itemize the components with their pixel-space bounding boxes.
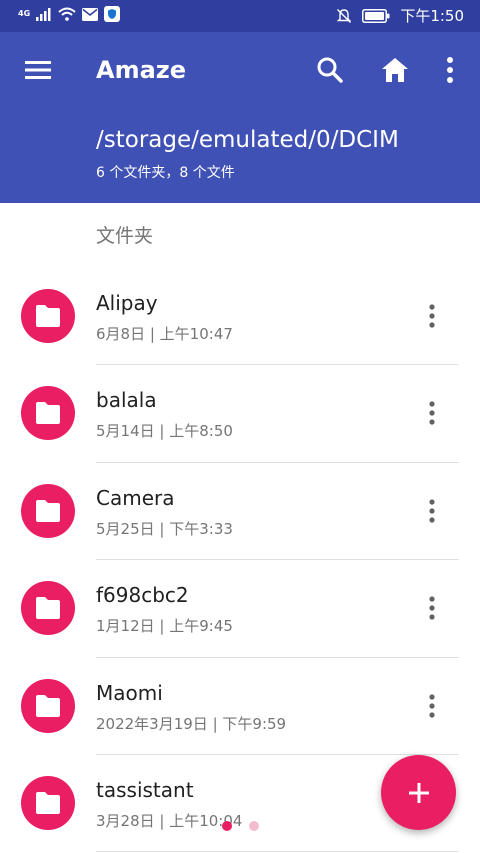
folder-avatar	[21, 775, 75, 830]
item-menu-button[interactable]	[420, 497, 444, 525]
folder-date: 5月25日 | 下午3:33	[96, 519, 233, 538]
current-path[interactable]: /storage/emulated/0/DCIM	[96, 125, 399, 155]
folder-icon	[36, 597, 60, 620]
folder-avatar	[21, 289, 75, 343]
row-divider	[96, 851, 459, 853]
folder-name: balala	[96, 388, 157, 413]
folder-name: Camera	[96, 485, 175, 510]
home-button[interactable]	[379, 54, 411, 86]
page-dot-active	[222, 821, 232, 831]
home-icon	[382, 58, 408, 82]
folder-date: 1月12日 | 上午9:45	[96, 617, 233, 636]
folder-icon	[36, 694, 60, 717]
folder-icon	[36, 791, 60, 814]
app-title: Amaze	[96, 56, 187, 84]
add-fab-button[interactable]	[381, 755, 456, 830]
item-menu-button[interactable]	[420, 399, 444, 427]
folder-date: 5月14日 | 上午8:50	[96, 422, 233, 441]
signal-icon	[36, 8, 51, 21]
search-icon	[317, 57, 343, 83]
folder-file-summary: 6 个文件夹，8 个文件	[96, 165, 235, 181]
more-vert-icon	[429, 401, 435, 425]
section-header-folders: 文件夹	[96, 225, 154, 247]
network-type-label: 4G	[18, 9, 31, 18]
search-button[interactable]	[316, 56, 344, 84]
list-item[interactable]: Maomi 2022年3月19日 | 下午9:59	[0, 658, 480, 755]
more-vert-icon	[429, 693, 435, 718]
status-bar: 4G 下午1:50	[0, 0, 480, 32]
item-menu-button[interactable]	[420, 594, 444, 622]
status-time: 下午1:50	[400, 7, 464, 25]
folder-icon	[36, 402, 60, 425]
list-item[interactable]: Alipay 6月8日 | 上午10:47	[0, 268, 480, 366]
page-dot-inactive	[249, 821, 259, 831]
wifi-icon	[58, 7, 76, 21]
folder-date: 6月8日 | 上午10:47	[96, 325, 233, 343]
item-menu-button[interactable]	[420, 692, 444, 720]
battery-icon	[362, 9, 390, 23]
list-item[interactable]: f698cbc2 1月12日 | 上午9:45	[0, 560, 480, 658]
overflow-menu-button[interactable]	[440, 56, 460, 84]
more-vert-icon	[429, 499, 435, 523]
folder-avatar	[21, 483, 75, 538]
folder-name: tassistant	[96, 777, 194, 802]
folder-icon	[36, 305, 60, 327]
more-vert-icon	[429, 304, 435, 328]
menu-button[interactable]	[24, 56, 52, 84]
folder-icon	[36, 499, 60, 522]
folder-name: Alipay	[96, 291, 158, 315]
folder-date: 2022年3月19日 | 下午9:59	[96, 714, 287, 733]
bell-off-icon	[337, 9, 352, 23]
item-menu-button[interactable]	[420, 302, 444, 330]
folder-name: f698cbc2	[96, 583, 189, 608]
app-bar: Amaze /storage/emulated/0/DCIM 6 个文件夹，8 …	[0, 32, 480, 203]
folder-name: Maomi	[96, 680, 163, 705]
mail-icon	[82, 7, 99, 21]
status-right-group: 下午1:50	[336, 6, 464, 26]
plus-icon	[408, 782, 429, 803]
more-vert-icon	[447, 57, 453, 83]
more-vert-icon	[429, 596, 435, 620]
shield-icon	[104, 6, 121, 22]
status-left-group: 4G	[18, 6, 121, 22]
folder-date: 3月28日 | 上午10:04	[96, 811, 243, 830]
folder-avatar	[21, 581, 75, 636]
list-item[interactable]: balala 5月14日 | 上午8:50	[0, 365, 480, 463]
folder-avatar	[21, 678, 75, 733]
list-item[interactable]: Camera 5月25日 | 下午3:33	[0, 463, 480, 561]
menu-icon	[25, 61, 51, 79]
folder-avatar	[21, 386, 75, 441]
